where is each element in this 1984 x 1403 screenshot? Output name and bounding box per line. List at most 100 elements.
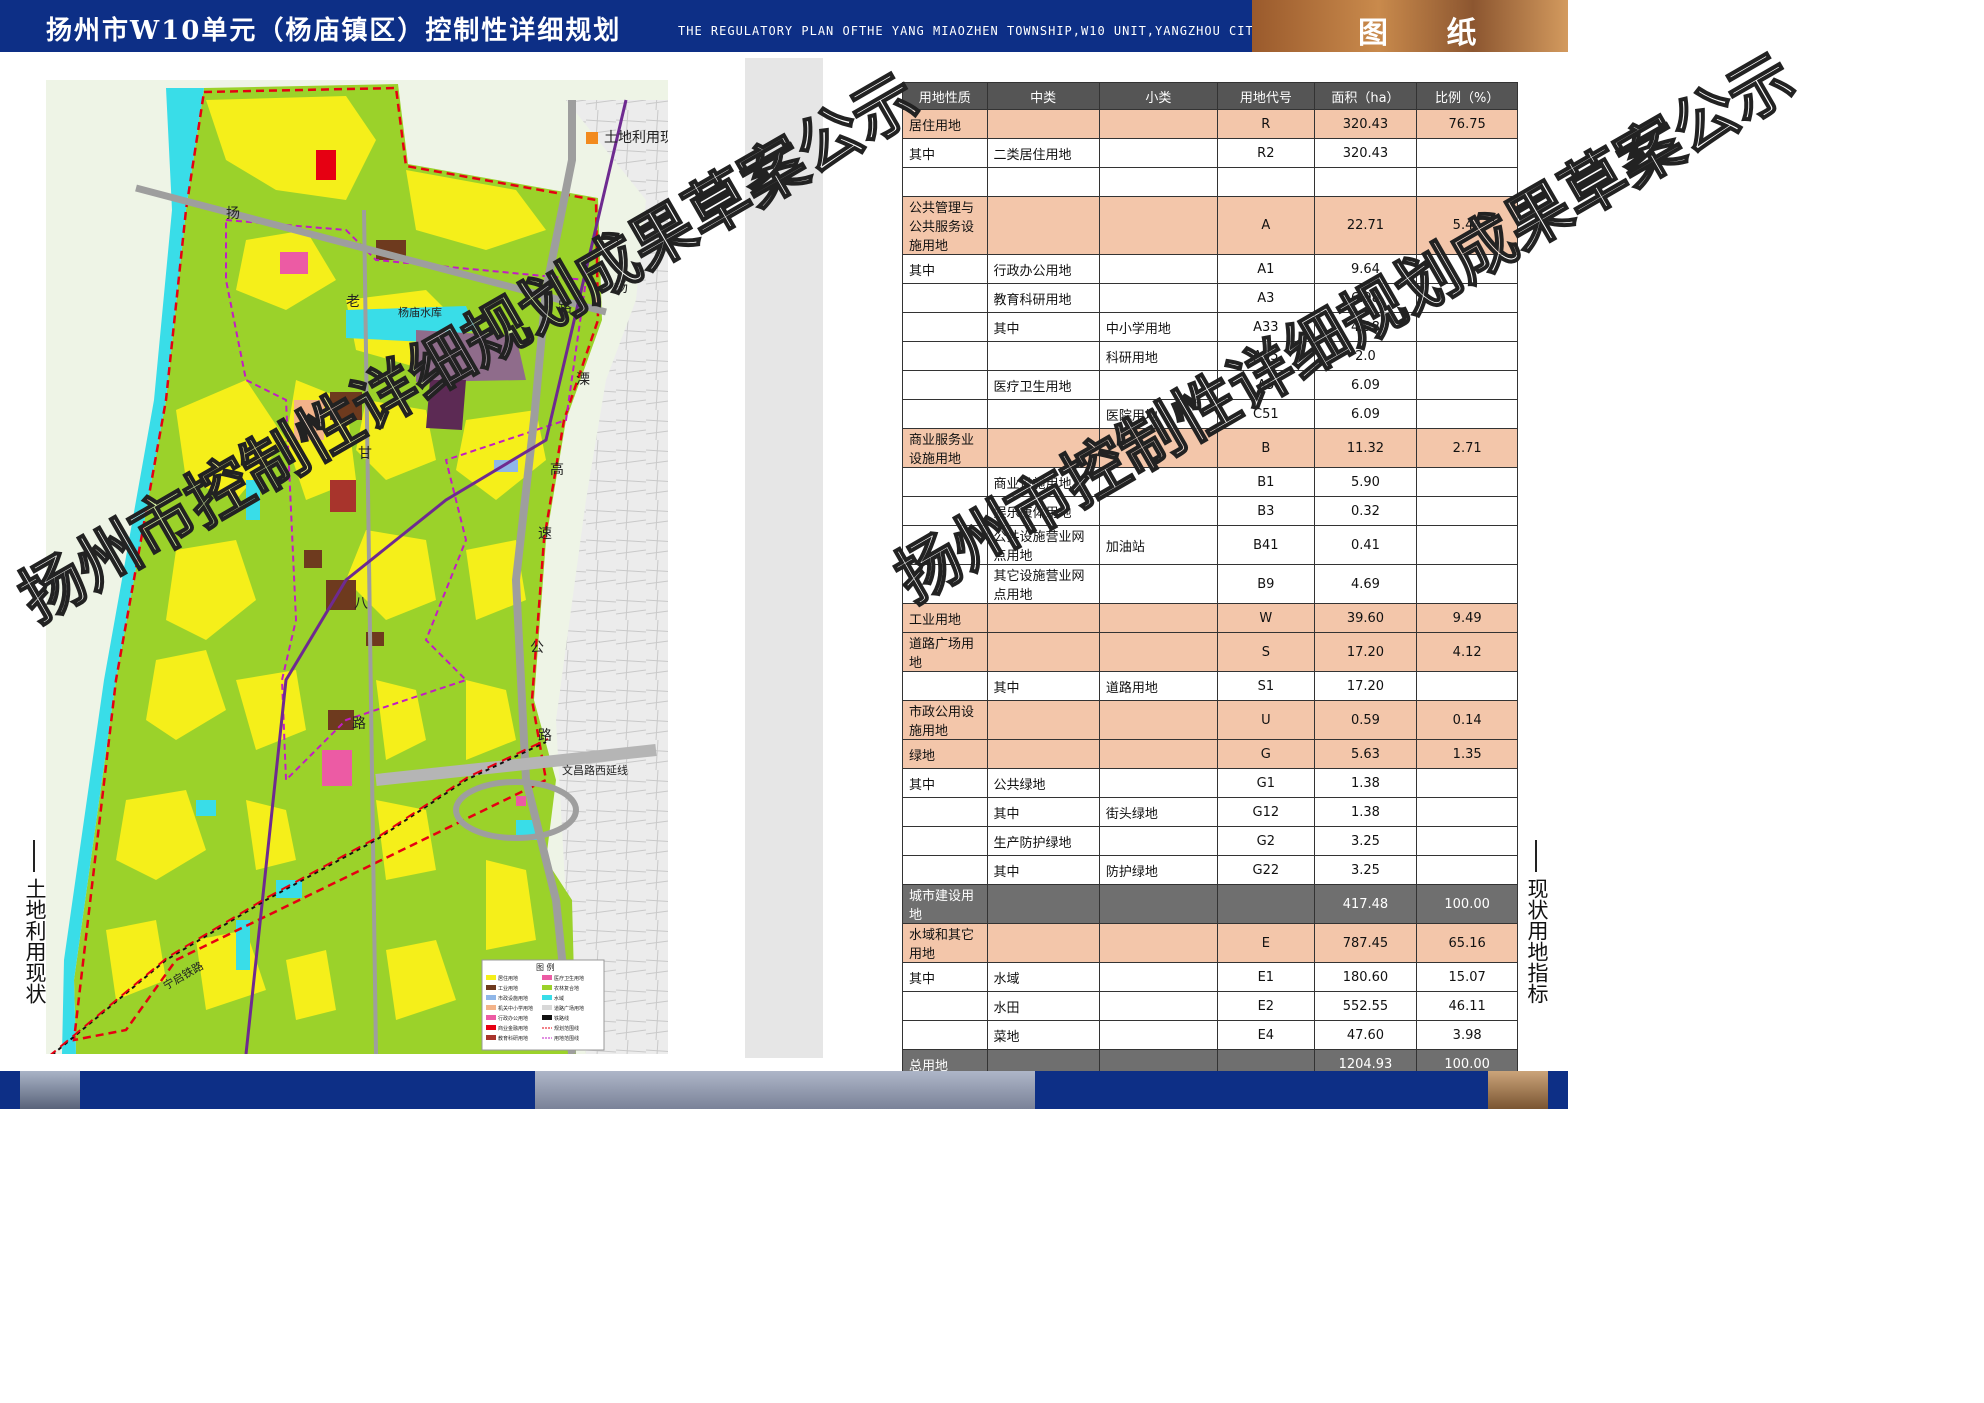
cell-sub [1098, 991, 1219, 1021]
cell-mid: 公共绿地 [986, 768, 1100, 798]
right-side-label: 现状用地指标 [1522, 840, 1550, 1004]
cell-area: 4.69 [1313, 564, 1418, 604]
table-row: 城市建设用地 417.48 100.00 [902, 884, 1518, 924]
cell-code: S [1217, 632, 1315, 672]
table-row: 道路广场用地 S 17.20 4.12 [902, 632, 1518, 672]
cell-code: G22 [1217, 855, 1315, 885]
cell-sub: 医院用地 [1098, 399, 1219, 429]
cell-mid [986, 700, 1100, 740]
cell-area: 5.63 [1313, 739, 1418, 769]
cell-sub [1098, 962, 1219, 992]
cell-pct [1416, 138, 1518, 168]
map-label-reservoir: 杨庙水库 [398, 305, 442, 319]
cell-pct [1416, 467, 1518, 497]
cell-code: S1 [1217, 671, 1315, 701]
cell-code: B3 [1217, 496, 1315, 526]
cell-pct [1416, 399, 1518, 429]
cell-area: 417.48 [1313, 884, 1418, 924]
page-title: 扬州市W10单元（杨庙镇区）控制性详细规划 [46, 16, 622, 46]
cell-type [902, 341, 988, 371]
cell-area: 0.32 [1313, 496, 1418, 526]
cell-mid [986, 341, 1100, 371]
cell-type: 水域和其它用地 [902, 923, 988, 963]
map-label-wenchang: 文昌路西延线 [562, 763, 628, 777]
cell-sub [1098, 254, 1219, 284]
cell-type [902, 370, 988, 400]
cell-mid: 二类居住用地 [986, 138, 1100, 168]
cell-type: 其中 [902, 962, 988, 992]
map-legend-title: 土地利用现状 [604, 130, 668, 146]
cell-area: 0.59 [1313, 700, 1418, 740]
cell-type [902, 525, 988, 565]
cell-code: E1 [1217, 962, 1315, 992]
cell-area: 4.98 [1313, 312, 1418, 342]
cell-mid [986, 167, 1100, 197]
land-use-table: 用地性质 中类 小类 用地代号 面积（ha） 比例（%） 居住用地 R 320.43… [902, 82, 1518, 1079]
cell-type: 其中 [902, 768, 988, 798]
cell-type [902, 671, 988, 701]
map-legend: 图 例 居住用地 医疗卫生用地 工业用地 农林复合地 市政设施用地 水域 机关中… [481, 959, 605, 1051]
cell-area: 6.98 [1313, 283, 1418, 313]
cell-area: 9.64 [1313, 254, 1418, 284]
cell-area: 3.25 [1313, 855, 1418, 885]
cell-area: 1.38 [1313, 797, 1418, 827]
cell-mid: 教育科研用地 [986, 283, 1100, 313]
cell-sub [1098, 109, 1219, 139]
table-row: 其中 防护绿地 G22 3.25 [902, 855, 1518, 885]
svg-text:道路广场用地: 道路广场用地 [554, 1005, 584, 1012]
cell-pct [1416, 564, 1518, 604]
table-row: 菜地 E4 47.60 3.98 [902, 1020, 1518, 1050]
cell-code: E [1217, 923, 1315, 963]
table-row: 娱乐康体用地 B3 0.32 [902, 496, 1518, 526]
table-row: 其中 街头绿地 G12 1.38 [902, 797, 1518, 827]
col-header-mid: 中类 [986, 82, 1100, 110]
footer-photo-right [1488, 1071, 1548, 1109]
cell-sub [1098, 496, 1219, 526]
cell-area: 5.90 [1313, 467, 1418, 497]
map-label-li: 溧 [576, 372, 590, 388]
cell-pct [1416, 855, 1518, 885]
table-row [902, 167, 1518, 197]
cell-type: 商业服务业设施用地 [902, 428, 988, 468]
cell-code: R2 [1217, 138, 1315, 168]
cell-mid: 水域 [986, 962, 1100, 992]
cell-sub: 加油站 [1098, 525, 1219, 565]
cell-type [902, 312, 988, 342]
cell-pct [1416, 525, 1518, 565]
map-label-yang: 扬 [226, 206, 240, 222]
cell-area: 1.38 [1313, 768, 1418, 798]
cell-pct: 9.49 [1416, 603, 1518, 633]
cell-sub [1098, 428, 1219, 468]
table-row: 生产防护绿地 G2 3.25 [902, 826, 1518, 856]
svg-text:用地范围线: 用地范围线 [554, 1035, 579, 1042]
cell-code [1217, 884, 1315, 924]
cell-sub [1098, 467, 1219, 497]
cell-type [902, 855, 988, 885]
table-row: 商业服务业设施用地 B 11.32 2.71 [902, 428, 1518, 468]
table-row: 水田 E2 552.55 46.11 [902, 991, 1518, 1021]
footer-photo-center [535, 1071, 1035, 1109]
cell-pct: 2.71 [1416, 428, 1518, 468]
cell-area: 180.60 [1313, 962, 1418, 992]
svg-text:机关中小学用地: 机关中小学用地 [498, 1005, 533, 1012]
cell-sub [1098, 603, 1219, 633]
cell-sub [1098, 196, 1219, 255]
cell-type: 绿地 [902, 739, 988, 769]
land-use-map[interactable]: 土地利用现状 扬 老 路 杨庙水库 扬 溧 高 速 公 路 甘 八 路 文昌路西… [46, 80, 668, 1054]
cell-mid [986, 428, 1100, 468]
cell-pct: 76.75 [1416, 109, 1518, 139]
cell-type [902, 826, 988, 856]
cell-sub [1098, 739, 1219, 769]
table-row: 公共管理与公共服务设施用地 A 22.71 5.44 [902, 196, 1518, 255]
cell-area: 0.41 [1313, 525, 1418, 565]
cell-mid [986, 603, 1100, 633]
cell-sub [1098, 370, 1219, 400]
map-label-lu2: 路 [538, 728, 552, 744]
cell-sub [1098, 564, 1219, 604]
sheet-label: 图 纸 [1358, 16, 1501, 51]
cell-type [902, 991, 988, 1021]
cell-code: G2 [1217, 826, 1315, 856]
left-side-label-text: 土地利用现状 [23, 878, 47, 1004]
cell-code: G12 [1217, 797, 1315, 827]
cell-code: A1 [1217, 254, 1315, 284]
